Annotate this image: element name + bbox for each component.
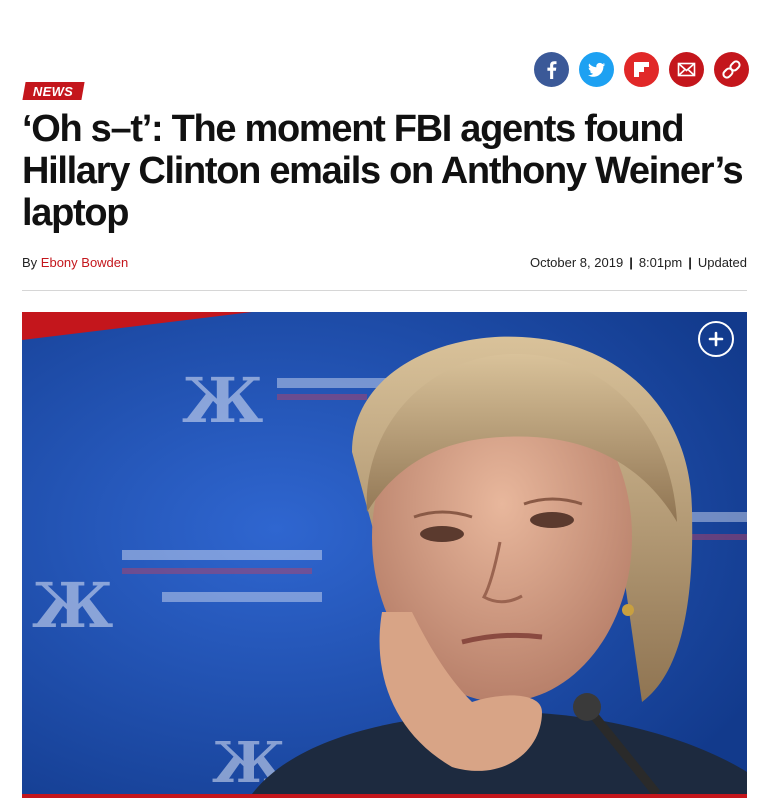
byline-prefix: By (22, 255, 38, 270)
email-icon (677, 62, 696, 77)
facebook-share-button[interactable] (534, 52, 569, 87)
photo-bottom-border (22, 794, 747, 798)
dateline: October 8, 2019 | 8:01pm | Updated (530, 255, 747, 270)
link-icon (722, 60, 741, 79)
facebook-icon (547, 61, 557, 79)
updated-label: Updated (697, 255, 747, 270)
twitter-icon (588, 62, 606, 77)
headline: ‘Oh s–t’: The moment FBI agents found Hi… (22, 108, 744, 234)
photo-illustration: Ж Ж Ж (22, 312, 747, 794)
share-bar (534, 52, 749, 87)
section-tag[interactable]: NEWS (22, 82, 85, 100)
email-share-button[interactable] (669, 52, 704, 87)
author-link[interactable]: Ebony Bowden (41, 255, 128, 270)
article-photo[interactable]: Ж Ж Ж (22, 312, 747, 794)
flipboard-share-button[interactable] (624, 52, 659, 87)
copy-link-button[interactable] (714, 52, 749, 87)
svg-text:Ж: Ж (182, 364, 263, 437)
divider (22, 290, 747, 291)
flipboard-icon (634, 62, 649, 77)
plus-icon (708, 331, 724, 347)
publish-time: 8:01pm (638, 255, 683, 270)
svg-text:Ж: Ж (32, 569, 113, 642)
byline: By Ebony Bowden (22, 255, 128, 270)
separator: | (688, 255, 692, 270)
twitter-share-button[interactable] (579, 52, 614, 87)
expand-photo-button[interactable] (698, 321, 734, 357)
section-tag-label: NEWS (32, 84, 74, 99)
publish-date: October 8, 2019 (529, 255, 624, 270)
separator: | (629, 255, 633, 270)
